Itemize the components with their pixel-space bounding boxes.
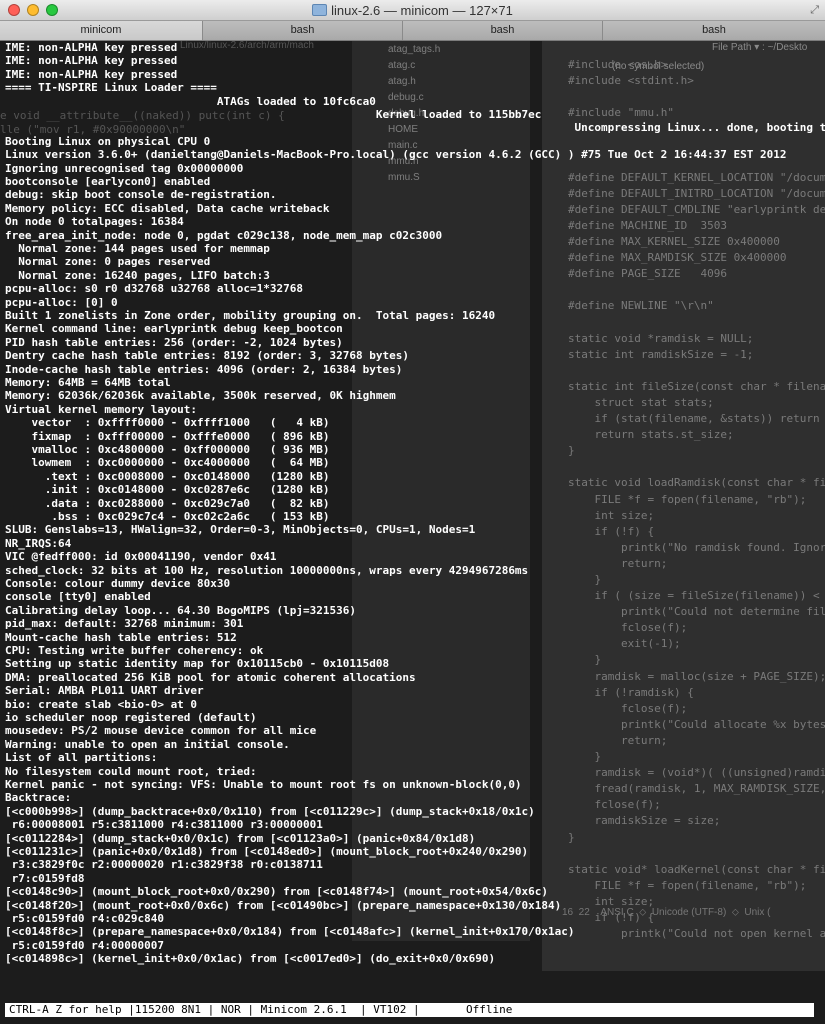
terminal-line: pcpu-alloc: s0 r0 d32768 u32768 alloc=1*…	[5, 282, 304, 296]
terminal-line: [<c0148f20>] (mount_root+0x0/0x6c) from …	[5, 898, 562, 912]
terminal-line: mousedev: PS/2 mouse device common for a…	[5, 724, 317, 738]
terminal-output[interactable]: IME: non-ALPHA key pressed IME: non-ALPHA…	[5, 41, 825, 1001]
terminal-line: Backtrace:	[5, 791, 72, 805]
terminal-line: Linux version 3.6.0+ (danieltang@Daniels…	[5, 148, 787, 162]
terminal-line: NR_IRQS:64	[5, 536, 72, 550]
terminal-line: DMA: preallocated 256 KiB pool for atomi…	[5, 670, 416, 684]
folder-icon	[312, 4, 328, 16]
terminal-line: Kernel command line: earlyprintk debug k…	[5, 322, 343, 336]
terminal-line: Serial: AMBA PL011 UART driver	[5, 684, 204, 698]
terminal-line: PID hash table entries: 256 (order: -2, …	[5, 335, 343, 349]
terminal-line: Kernel panic - not syncing: VFS: Unable …	[5, 778, 522, 791]
terminal-line: VIC @fedff000: id 0x00041190, vendor 0x4…	[5, 550, 277, 564]
terminal-line: ==== TI-NSPIRE Linux Loader ====	[5, 81, 217, 95]
terminal-line: .text : 0xc0008000 - 0xc0148000 (1280 kB…	[5, 469, 330, 483]
fullscreen-icon[interactable]: ⤢	[810, 3, 819, 17]
terminal-line: sched_clock: 32 bits at 100 Hz, resoluti…	[5, 563, 529, 577]
terminal-line: IME: non-ALPHA key pressed	[5, 41, 178, 54]
terminal-line: Booting Linux on physical CPU 0	[5, 134, 211, 148]
terminal-line: IME: non-ALPHA key pressed	[5, 67, 178, 81]
terminal-line: Console: colour dummy device 80x30	[5, 577, 231, 590]
window-title: linux-2.6 — minicom — 127×71	[331, 3, 513, 18]
terminal-line: io scheduler noop registered (default)	[5, 711, 257, 724]
tab-bash-2[interactable]: bash	[403, 21, 603, 40]
terminal-line: Uncompressing Linux... done, booting the…	[5, 121, 825, 135]
terminal-line: .data : 0xc0288000 - 0xc029c7a0 ( 82 kB)	[5, 496, 330, 510]
terminal-line: [<c0148f8c>] (prepare_namespace+0x0/0x18…	[5, 925, 575, 939]
tab-bash-1[interactable]: bash	[203, 21, 403, 40]
terminal-line: CPU: Testing write buffer coherency: ok	[5, 644, 264, 657]
terminal-line: [<c000b998>] (dump_backtrace+0x0/0x110) …	[5, 804, 535, 818]
terminal-line: Calibrating delay loop... 64.30 BogoMIPS…	[5, 603, 356, 617]
terminal-line: [<c011231c>] (panic+0x0/0x1d8) from [<c0…	[5, 845, 529, 858]
terminal-line: [<c0148c90>] (mount_block_root+0x0/0x290…	[5, 885, 549, 899]
terminal-line: bootconsole [earlycon0] enabled	[5, 175, 211, 188]
terminal-line: lowmem : 0xc0000000 - 0xc4000000 ( 64 MB…	[5, 456, 330, 470]
terminal-line: Memory: 62036k/62036k available, 3500k r…	[5, 389, 396, 403]
terminal-line: Built 1 zonelists in Zone order, mobilit…	[5, 309, 496, 322]
terminal-line: vector : 0xffff0000 - 0xffff1000 ( 4 kB)	[5, 416, 330, 430]
terminal-line: Memory policy: ECC disabled, Data cache …	[5, 201, 330, 215]
minicom-status-bar: CTRL-A Z for help |115200 8N1 | NOR | Mi…	[5, 1003, 814, 1017]
terminal-line: Normal zone: 0 pages reserved	[5, 255, 211, 269]
terminal-line: Inode-cache hash table entries: 4096 (or…	[5, 362, 403, 376]
terminal-line: IME: non-ALPHA key pressed	[5, 54, 178, 68]
terminal-line: .init : 0xc0148000 - 0xc0287e6c (1280 kB…	[5, 483, 330, 497]
terminal-line: r3:c3829f0c r2:00000020 r1:c3829f38 r0:c…	[5, 858, 323, 872]
terminal-line: List of all partitions:	[5, 751, 158, 765]
terminal-line: r6:00008001 r5:c3811000 r4:c3811000 r3:0…	[5, 818, 323, 832]
terminal-line: pcpu-alloc: [0] 0	[5, 295, 118, 309]
terminal-line: Setting up static identity map for 0x101…	[5, 657, 390, 671]
terminal-line: SLUB: Genslabs=13, HWalign=32, Order=0-3…	[5, 523, 476, 537]
tab-minicom[interactable]: minicom	[0, 21, 203, 40]
terminal-line: fixmap : 0xfff00000 - 0xfffe0000 ( 896 k…	[5, 429, 330, 443]
terminal-line: [<c014898c>] (kernel_init+0x0/0x1ac) fro…	[5, 952, 496, 966]
terminal-line: Virtual kernel memory layout:	[5, 402, 198, 416]
terminal-line: pid_max: default: 32768 minimum: 301	[5, 617, 244, 631]
terminal-line: free_area_init_node: node 0, pgdat c029c…	[5, 228, 443, 242]
terminal-line: Dentry cache hash table entries: 8192 (o…	[5, 349, 409, 363]
terminal-line: Memory: 64MB = 64MB total	[5, 376, 171, 389]
terminal-line: vmalloc : 0xc4800000 - 0xff000000 ( 936 …	[5, 443, 330, 456]
terminal-line: r7:c0159fd8	[5, 871, 85, 885]
terminal-line: Warning: unable to open an initial conso…	[5, 737, 290, 751]
terminal-line: r5:c0159fd0 r4:c029c840	[5, 912, 164, 925]
terminal-line: Normal zone: 144 pages used for memmap	[5, 242, 270, 255]
terminal-line: bio: create slab <bio-0> at 0	[5, 697, 198, 711]
terminal-line: Ignoring unrecognised tag 0x00000000	[5, 161, 244, 175]
terminal-line: .bss : 0xc029c7c4 - 0xc02c2a6c ( 153 kB)	[5, 510, 330, 523]
terminal-line: ATAGs loaded to 10fc6ca0	[5, 94, 376, 108]
window-titlebar[interactable]: linux-2.6 — minicom — 127×71 ⤢	[0, 0, 825, 21]
window-title-wrap: linux-2.6 — minicom — 127×71	[0, 0, 825, 21]
terminal-line: r5:c0159fd0 r4:00000007	[5, 938, 164, 952]
terminal-line: No filesystem could mount root, tried:	[5, 764, 257, 778]
terminal-line: Kernel loaded to 115bb7ec	[5, 108, 542, 121]
terminal-line: console [tty0] enabled	[5, 590, 151, 604]
terminal-line: Normal zone: 16240 pages, LIFO batch:3	[5, 268, 270, 282]
tab-bash-3[interactable]: bash	[603, 21, 825, 40]
terminal-line: [<c0112284>] (dump_stack+0x0/0x1c) from …	[5, 831, 476, 845]
tab-bar: minicom bash bash bash	[0, 21, 825, 41]
terminal-line: On node 0 totalpages: 16384	[5, 215, 184, 229]
terminal-line: debug: skip boot console de-registration…	[5, 188, 277, 202]
terminal-line: Mount-cache hash table entries: 512	[5, 630, 237, 644]
